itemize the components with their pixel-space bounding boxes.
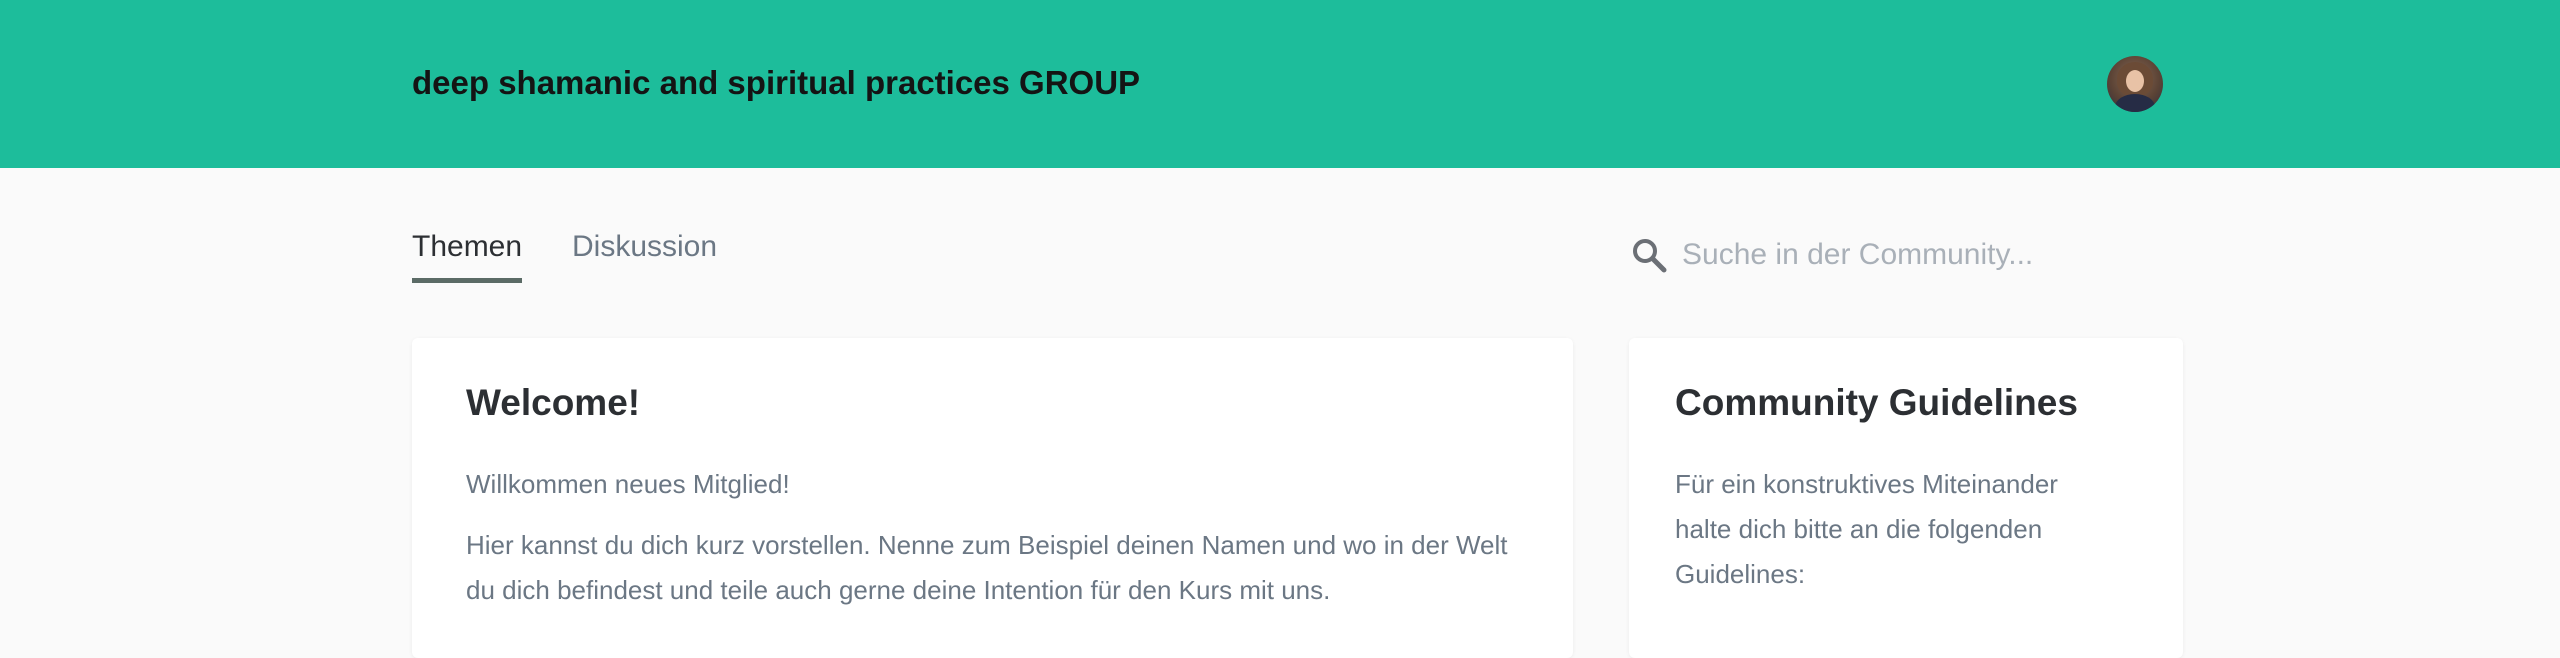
welcome-paragraph: Hier kannst du dich kurz vorstellen. Nen… — [466, 530, 1508, 605]
top-bar: deep shamanic and spiritual practices GR… — [0, 0, 2560, 168]
guidelines-card[interactable]: Community Guidelines Für ein konstruktiv… — [1629, 338, 2183, 658]
avatar-face — [2126, 70, 2144, 92]
search-icon[interactable] — [1630, 236, 1668, 274]
welcome-title[interactable]: Welcome! — [466, 382, 640, 424]
group-title: deep shamanic and spiritual practices GR… — [412, 64, 1141, 101]
welcome-intro: Willkommen neues Mitglied! — [466, 469, 790, 499]
guidelines-paragraph: Für ein konstruktives Miteinander halte … — [1675, 469, 2058, 589]
community-search — [1630, 232, 2150, 280]
search-input[interactable] — [1682, 232, 2142, 278]
welcome-card[interactable]: Welcome! Willkommen neues Mitglied! Hier… — [412, 338, 1573, 658]
user-avatar[interactable] — [2107, 56, 2163, 112]
tab-themen[interactable]: Themen — [412, 230, 523, 283]
guidelines-title[interactable]: Community Guidelines — [1675, 382, 2078, 424]
avatar-body — [2115, 94, 2155, 112]
tab-diskussion[interactable]: Diskussion — [572, 230, 717, 264]
